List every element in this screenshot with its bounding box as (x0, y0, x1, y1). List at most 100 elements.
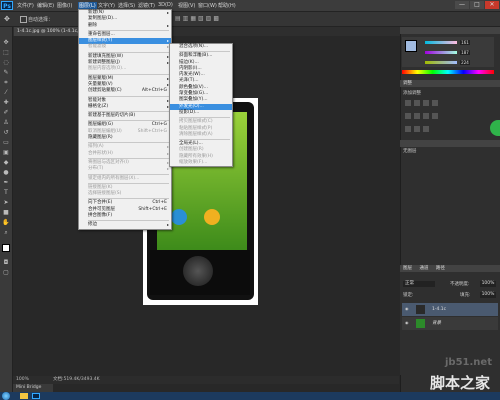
layer-name[interactable]: 背景 (432, 317, 441, 330)
menu-item-label: 创建剪贴蒙版(C) (88, 88, 122, 94)
menu-item-label: 取消图层编组(U) (88, 128, 122, 134)
eye-icon[interactable]: ◉ (405, 307, 410, 311)
marquee-tool-icon[interactable]: ⬚ (2, 49, 10, 56)
hand-tool-icon[interactable]: ✋ (2, 219, 10, 226)
eye-icon[interactable]: ◉ (405, 321, 410, 325)
zoom-tool-icon[interactable]: ⌕ (2, 229, 10, 236)
menu-10[interactable]: 帮助(H) (218, 2, 236, 9)
fill-input[interactable]: 100% (480, 292, 496, 298)
foreground-color-swatch[interactable] (2, 244, 10, 252)
healing-tool-icon[interactable]: ✚ (2, 99, 10, 106)
menu-item-label: 颜色叠加(V)... (179, 84, 208, 90)
posterize-icon[interactable] (414, 126, 420, 132)
exposure-icon[interactable] (432, 100, 438, 106)
menu-3[interactable]: 图层(L) (78, 2, 97, 9)
menu-item-label: 栅格化(Z) (88, 103, 109, 109)
color-ramp[interactable] (402, 70, 494, 74)
quick-select-tool-icon[interactable]: ✎ (2, 69, 10, 76)
path-select-tool-icon[interactable]: ➤ (2, 199, 10, 206)
blur-tool-icon[interactable]: ◆ (2, 159, 10, 166)
watermark-text: 脚本之家 (430, 374, 491, 392)
menu-item[interactable]: 创建剪贴蒙版(C) Alt+Ctrl+G (79, 88, 171, 94)
menu-5[interactable]: 选择(S) (118, 2, 135, 9)
menu-7[interactable]: 3D(D) (158, 2, 173, 8)
menu-0[interactable]: 文件(F) (17, 2, 34, 9)
stamp-tool-icon[interactable]: ♙ (2, 119, 10, 126)
align-icons[interactable]: ▤▥▦▧▨▩ (175, 15, 235, 22)
menu-6[interactable]: 滤镜(T) (138, 2, 155, 9)
menu-8[interactable]: 视图(V) (178, 2, 195, 9)
float-tool-icon[interactable] (490, 120, 500, 136)
adjustments-tab[interactable]: 调整 (400, 80, 500, 87)
menu-item[interactable]: 新建基于图层的切片(B) (79, 113, 171, 119)
red-slider[interactable] (425, 41, 457, 44)
shape-tool-icon[interactable]: ■ (2, 209, 10, 216)
menu-item[interactable]: 混合选项(N)... (170, 44, 232, 50)
move-tool-icon[interactable]: ✥ (2, 39, 10, 46)
menu-item[interactable]: 隐藏图层(R) (79, 135, 171, 141)
brush-tool-icon[interactable]: ✐ (2, 109, 10, 116)
levels-icon[interactable] (414, 100, 420, 106)
tab-paths[interactable]: 路径 (436, 266, 445, 271)
options-bar: ✥ 自动选择： ▤▥▦▧▨▩ (0, 12, 500, 27)
layer-row[interactable]: ◉ 1-4.1c (402, 303, 498, 316)
menu-item-label: 内发光(W)... (179, 72, 205, 78)
menu-1[interactable]: 编辑(E) (37, 2, 54, 9)
opacity-input[interactable]: 100% (480, 281, 496, 287)
invert-icon[interactable] (405, 126, 411, 132)
menu-item[interactable]: 修边 ▸ (79, 222, 171, 228)
pen-tool-icon[interactable]: ✒ (2, 179, 10, 186)
layer-name[interactable]: 1-4.1c (432, 303, 446, 316)
green-slider[interactable] (425, 51, 457, 54)
type-tool-icon[interactable]: T (2, 189, 10, 196)
threshold-icon[interactable] (423, 126, 429, 132)
menu-item[interactable]: 投影(D)... (170, 110, 232, 116)
red-value[interactable]: 161 (460, 40, 470, 45)
zoom-level[interactable]: 100% (16, 376, 29, 384)
black-white-icon[interactable] (432, 113, 438, 119)
crop-tool-icon[interactable]: ⌗ (2, 79, 10, 86)
hue-saturation-icon[interactable] (414, 113, 420, 119)
curves-icon[interactable] (423, 100, 429, 106)
explorer-taskbar-icon[interactable] (20, 393, 28, 399)
start-button-icon[interactable] (2, 392, 10, 400)
quick-mask-icon[interactable]: ◘ (2, 259, 10, 266)
lasso-tool-icon[interactable]: ◌ (2, 59, 10, 66)
blend-mode-select[interactable]: 正常 (403, 281, 435, 287)
screen-mode-icon[interactable]: ▢ (2, 269, 10, 276)
auto-select-checkbox[interactable] (20, 16, 27, 23)
move-tool-icon[interactable]: ✥ (4, 15, 12, 23)
dodge-tool-icon[interactable]: ● (2, 169, 10, 176)
phone-nav-wheel (183, 256, 213, 286)
close-button[interactable]: ✕ (485, 1, 499, 9)
menu-item[interactable]: 拼合图像(F) (79, 213, 171, 219)
tab-channels[interactable]: 通道 (419, 266, 428, 271)
eraser-tool-icon[interactable]: ▭ (2, 139, 10, 146)
menu-item[interactable]: 栅格化(Z) ▸ (79, 104, 171, 110)
menu-4[interactable]: 文字(Y) (98, 2, 115, 9)
menu-2[interactable]: 图像(I) (57, 2, 72, 9)
blue-slider[interactable] (425, 61, 457, 64)
gradient-tool-icon[interactable]: ▣ (2, 149, 10, 156)
menu-item: 清除图层样式(A) (170, 132, 232, 138)
color-foreground-swatch[interactable] (405, 40, 417, 52)
layer-row[interactable]: ◉ 背景 (402, 317, 498, 330)
green-value[interactable]: 187 (460, 50, 470, 55)
tools-panel: ✥ ⬚ ◌ ✎ ⌗ ⁄ ✚ ✐ ♙ ↺ ▭ ▣ ◆ ● ✒ T ➤ ■ ✋ ⌕ … (0, 27, 13, 392)
maximize-button[interactable]: □ (470, 1, 484, 9)
minimize-button[interactable]: — (455, 1, 469, 9)
menu-item[interactable]: 删除 ▸ (79, 23, 171, 29)
photoshop-taskbar-icon[interactable] (32, 393, 40, 399)
color-balance-icon[interactable] (423, 113, 429, 119)
brightness-icon[interactable] (405, 100, 411, 106)
vibrance-icon[interactable] (405, 113, 411, 119)
blue-value[interactable]: 224 (460, 60, 470, 65)
menu-9[interactable]: 窗口(W) (198, 2, 217, 9)
eyedropper-tool-icon[interactable]: ⁄ (2, 89, 10, 96)
menu-item-label: 隐藏图层(R) (88, 135, 113, 141)
history-brush-tool-icon[interactable]: ↺ (2, 129, 10, 136)
mini-bridge-tab[interactable]: Mini Bridge (13, 384, 53, 392)
menu-separator (88, 220, 169, 222)
tab-layers[interactable]: 图层 (403, 266, 412, 271)
document-tab[interactable]: 1-4.1c.jpg @ 100% (1-4.1c, RGB/8) (14, 27, 86, 43)
